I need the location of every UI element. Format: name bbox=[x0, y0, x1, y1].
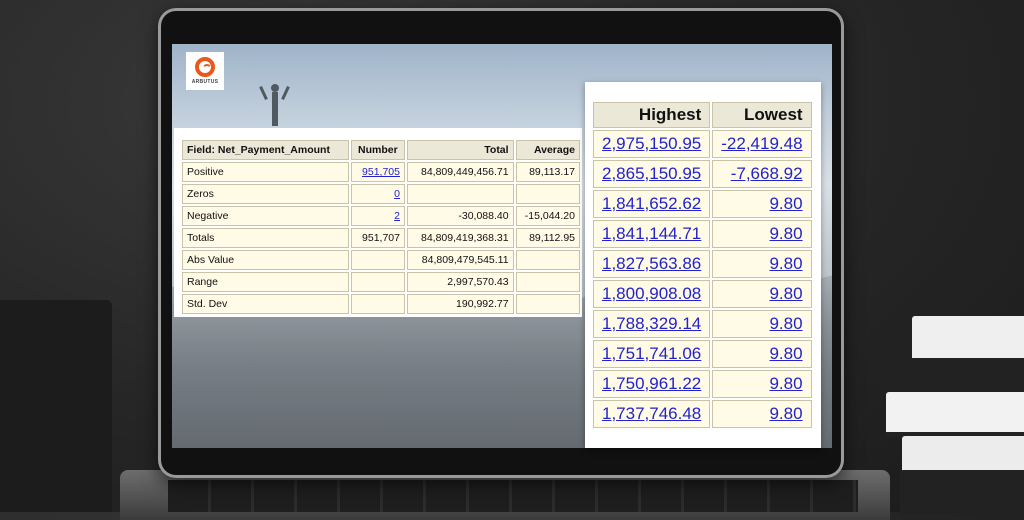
lowest-value-link[interactable]: 9.80 bbox=[769, 374, 802, 393]
negative-count-link[interactable]: 2 bbox=[394, 210, 400, 222]
keyboard bbox=[168, 480, 858, 512]
lowest-value-link[interactable]: 9.80 bbox=[769, 404, 802, 423]
table-row: 1,827,563.86 9.80 bbox=[593, 250, 812, 278]
highest-value-link[interactable]: 1,800,908.08 bbox=[602, 284, 701, 303]
highest-value-link[interactable]: 1,737,746.48 bbox=[602, 404, 701, 423]
header-highest: Highest bbox=[593, 102, 711, 128]
row-average bbox=[515, 272, 580, 292]
highest-lowest-table: Highest Lowest 2,975,150.95 -22,419.48 2,8… bbox=[591, 100, 814, 430]
row-total: 190,992.77 bbox=[407, 294, 514, 314]
highest-value-link[interactable]: 1,750,961.22 bbox=[602, 374, 701, 393]
table-row: 1,751,741.06 9.80 bbox=[593, 340, 812, 368]
table-row: Negative 2 -30,088.40 -15,044.20 bbox=[182, 206, 580, 226]
book bbox=[886, 392, 1024, 437]
lowest-value-link[interactable]: -22,419.48 bbox=[721, 134, 802, 153]
row-total: 84,809,419,368.31 bbox=[407, 228, 514, 248]
row-total: -30,088.40 bbox=[407, 206, 514, 226]
highest-value-link[interactable]: 2,975,150.95 bbox=[602, 134, 701, 153]
highest-value-link[interactable]: 1,841,144.71 bbox=[602, 224, 701, 243]
lowest-value-link[interactable]: 9.80 bbox=[769, 224, 802, 243]
table-row: Totals 951,707 84,809,419,368.31 89,112.… bbox=[182, 228, 580, 248]
table-row: 1,750,961.22 9.80 bbox=[593, 370, 812, 398]
table-row: 1,841,144.71 9.80 bbox=[593, 220, 812, 248]
row-total: 84,809,479,545.11 bbox=[407, 250, 514, 270]
row-label: Positive bbox=[182, 162, 349, 182]
table-row: Positive 951,705 84,809,449,456.71 89,11… bbox=[182, 162, 580, 182]
table-row: 2,865,150.95 -7,668.92 bbox=[593, 160, 812, 188]
statistics-panel: Field: Net_Payment_Amount Number Total A… bbox=[174, 128, 582, 317]
row-label: Range bbox=[182, 272, 349, 292]
header-field: Field: Net_Payment_Amount bbox=[182, 140, 349, 160]
table-row: Zeros 0 bbox=[182, 184, 580, 204]
header-number: Number bbox=[350, 140, 405, 160]
lowest-value-link[interactable]: 9.80 bbox=[769, 314, 802, 333]
highest-value-link[interactable]: 2,865,150.95 bbox=[602, 164, 701, 183]
header-average: Average bbox=[515, 140, 580, 160]
row-average: 89,112.95 bbox=[515, 228, 580, 248]
zeros-count-link[interactable]: 0 bbox=[394, 188, 400, 200]
table-row: 1,788,329.14 9.80 bbox=[593, 310, 812, 338]
row-number bbox=[350, 294, 405, 314]
row-number bbox=[350, 250, 405, 270]
row-number: 951,707 bbox=[350, 228, 405, 248]
lowest-value-link[interactable]: 9.80 bbox=[769, 284, 802, 303]
row-average: -15,044.20 bbox=[515, 206, 580, 226]
highest-value-link[interactable]: 1,788,329.14 bbox=[602, 314, 701, 333]
row-total bbox=[407, 184, 514, 204]
row-number bbox=[350, 272, 405, 292]
row-total: 2,997,570.43 bbox=[407, 272, 514, 292]
arbutus-logo: ARBUTUS bbox=[186, 52, 224, 90]
row-label: Abs Value bbox=[182, 250, 349, 270]
header-total: Total bbox=[407, 140, 514, 160]
table-row: Abs Value 84,809,479,545.11 bbox=[182, 250, 580, 270]
row-label: Negative bbox=[182, 206, 349, 226]
person-figure bbox=[259, 84, 290, 128]
lowest-value-link[interactable]: 9.80 bbox=[769, 194, 802, 213]
highest-lowest-panel: Highest Lowest 2,975,150.95 -22,419.48 2,8… bbox=[585, 82, 821, 448]
row-label: Zeros bbox=[182, 184, 349, 204]
row-label: Std. Dev bbox=[182, 294, 349, 314]
row-label: Totals bbox=[182, 228, 349, 248]
highest-value-link[interactable]: 1,841,652.62 bbox=[602, 194, 701, 213]
table-row: 2,975,150.95 -22,419.48 bbox=[593, 130, 812, 158]
table-row: Range 2,997,570.43 bbox=[182, 272, 580, 292]
logo-icon bbox=[195, 57, 215, 77]
table-row: Std. Dev 190,992.77 bbox=[182, 294, 580, 314]
book bbox=[880, 358, 1024, 394]
row-average: 89,113.17 bbox=[515, 162, 580, 182]
logo-text: ARBUTUS bbox=[191, 79, 219, 85]
positive-count-link[interactable]: 951,705 bbox=[362, 166, 400, 178]
highest-value-link[interactable]: 1,827,563.86 bbox=[602, 254, 701, 273]
row-total: 84,809,449,456.71 bbox=[407, 162, 514, 182]
row-average bbox=[515, 294, 580, 314]
lowest-value-link[interactable]: -7,668.92 bbox=[731, 164, 803, 183]
table-row: 1,800,908.08 9.80 bbox=[593, 280, 812, 308]
lowest-value-link[interactable]: 9.80 bbox=[769, 254, 802, 273]
row-average bbox=[515, 184, 580, 204]
table-row: 1,737,746.48 9.80 bbox=[593, 400, 812, 428]
book bbox=[900, 470, 1024, 514]
row-average bbox=[515, 250, 580, 270]
statistics-table: Field: Net_Payment_Amount Number Total A… bbox=[180, 138, 582, 316]
coffee-mug bbox=[0, 300, 112, 512]
lowest-value-link[interactable]: 9.80 bbox=[769, 344, 802, 363]
highest-value-link[interactable]: 1,751,741.06 bbox=[602, 344, 701, 363]
header-lowest: Lowest bbox=[712, 102, 812, 128]
table-row: 1,841,652.62 9.80 bbox=[593, 190, 812, 218]
